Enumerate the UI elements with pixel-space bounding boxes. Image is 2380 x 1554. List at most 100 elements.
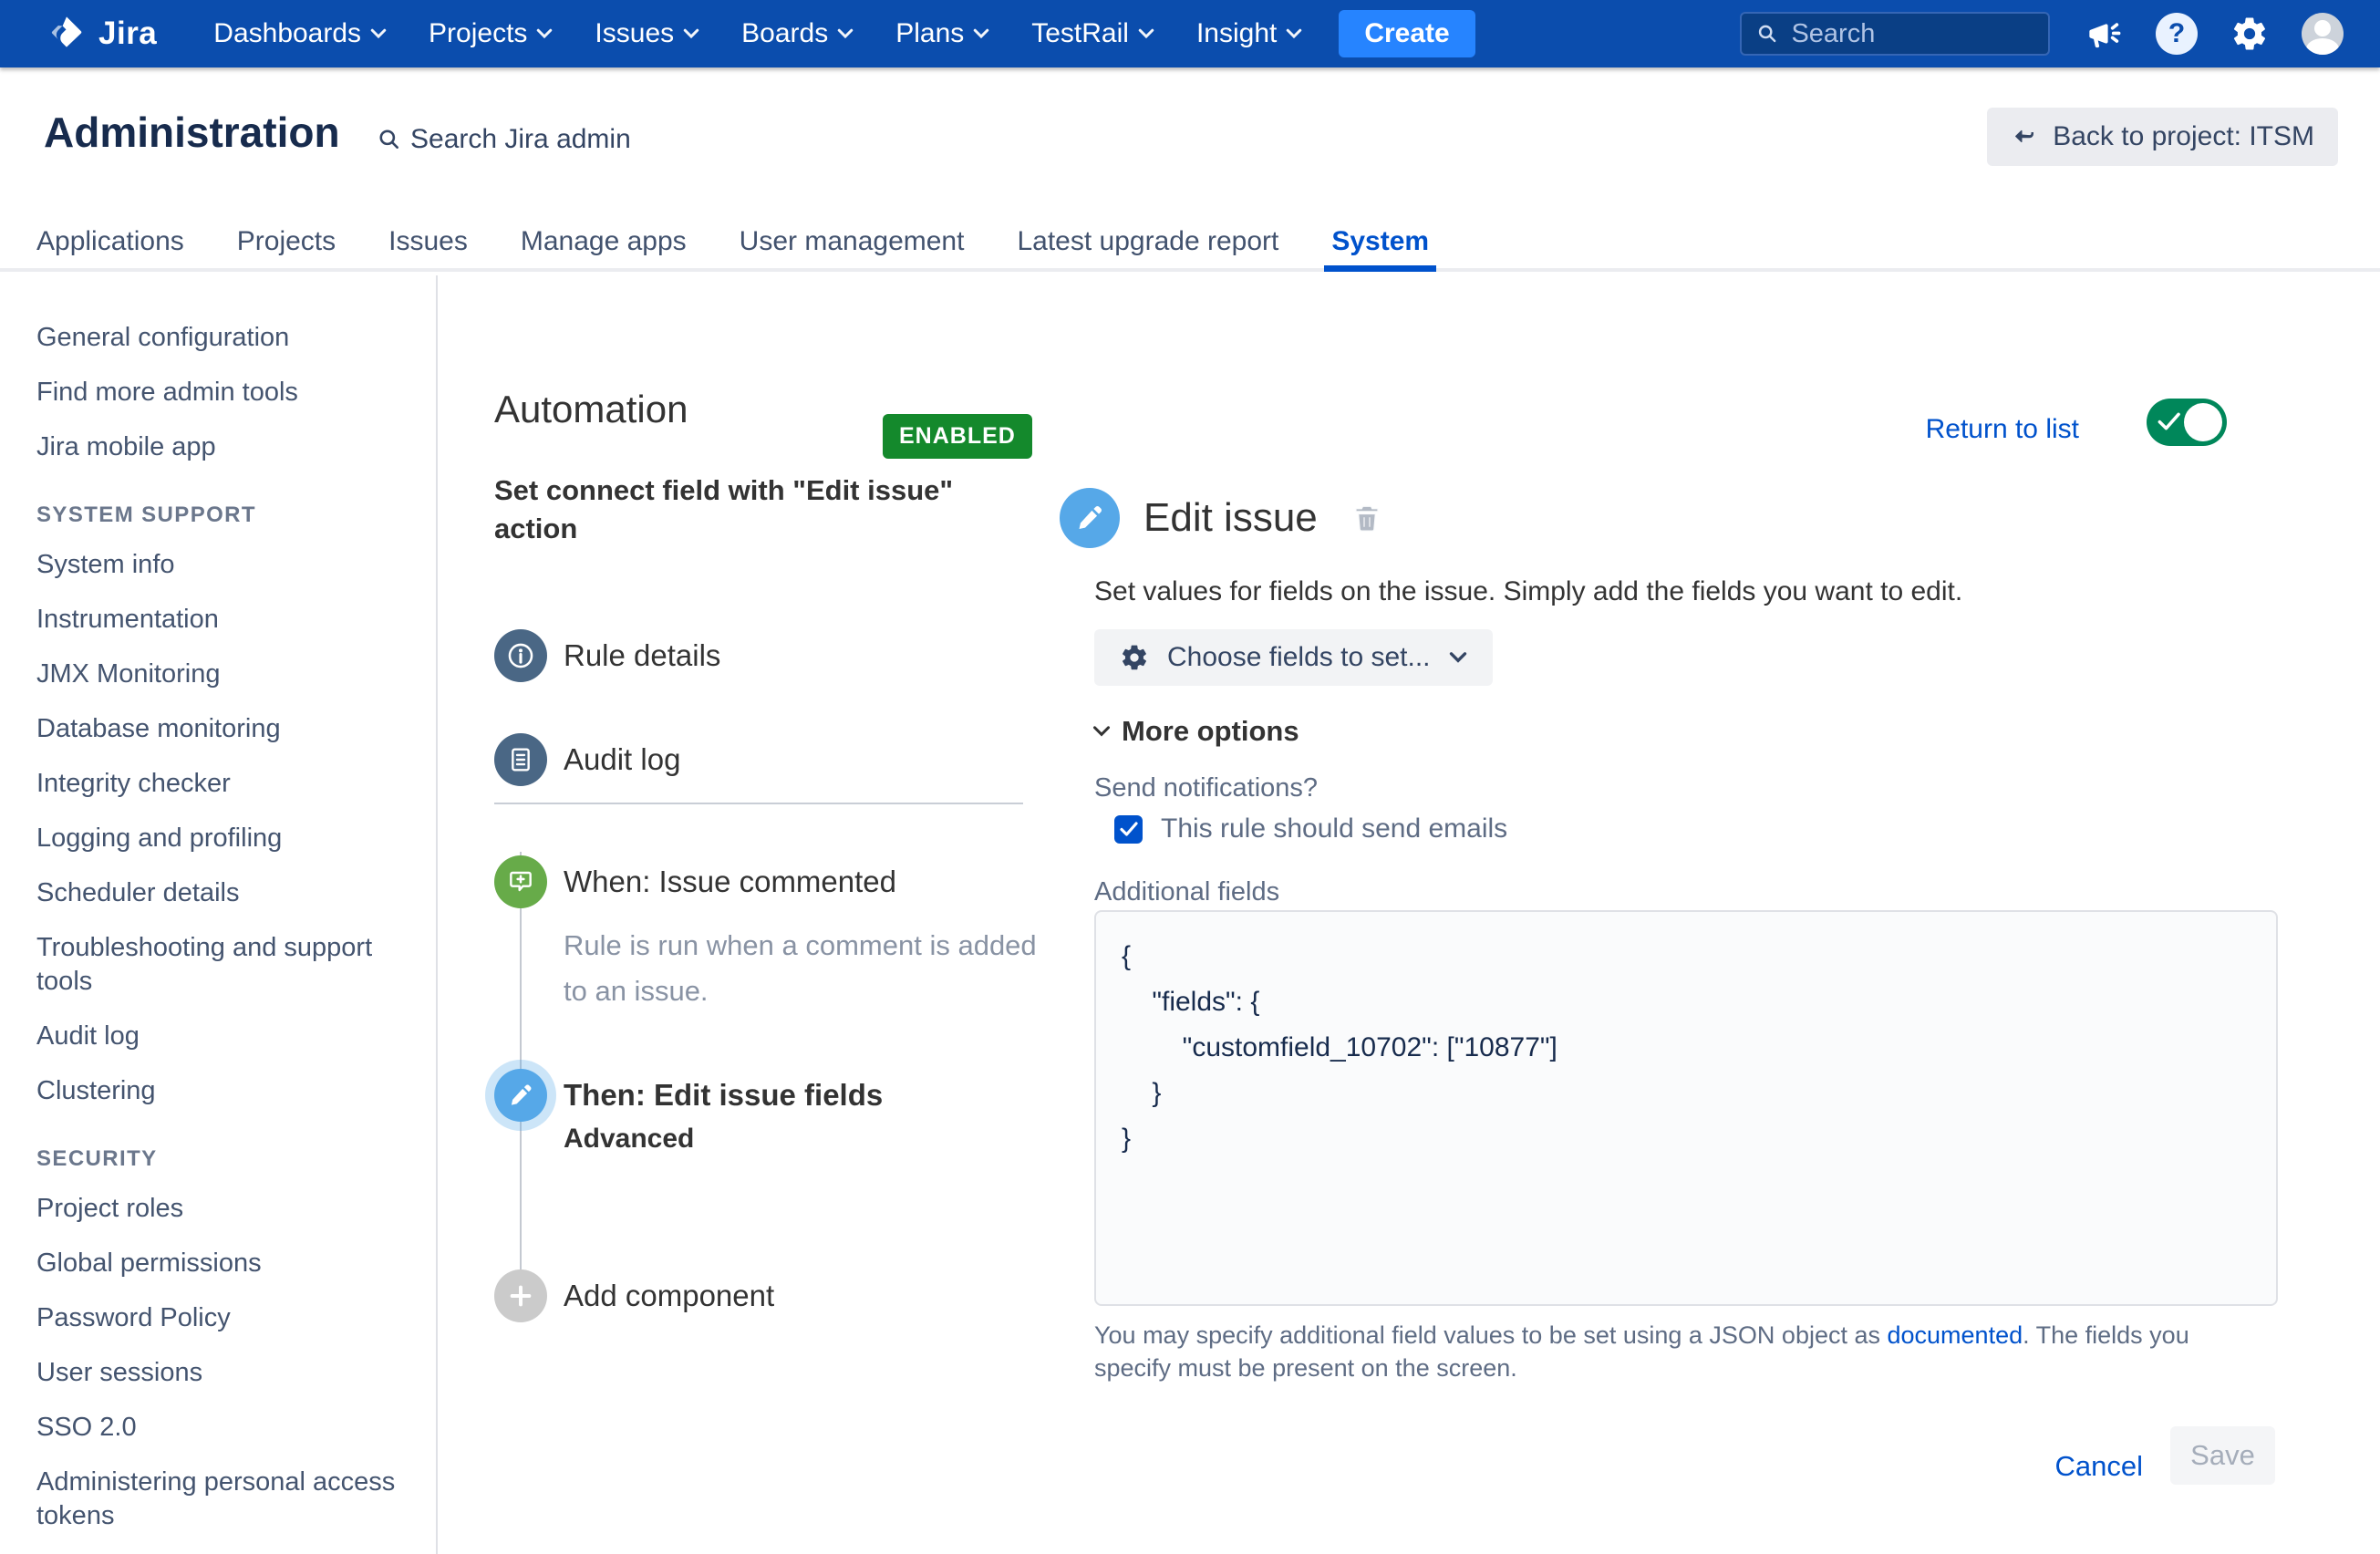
return-arrow-icon [2011, 123, 2038, 150]
cancel-button[interactable]: Cancel [2055, 1450, 2144, 1483]
sidebar-item-jmx-monitoring[interactable]: JMX Monitoring [36, 658, 418, 691]
sidebar-item-project-roles[interactable]: Project roles [36, 1192, 418, 1226]
sidebar-item-database-monitoring[interactable]: Database monitoring [36, 712, 418, 746]
tab-applications[interactable]: Applications [35, 219, 186, 268]
nav-item-boards[interactable]: Boards [741, 18, 854, 49]
sidebar-item-sso[interactable]: SSO 2.0 [36, 1411, 418, 1445]
user-avatar[interactable] [2302, 13, 2344, 55]
rule-enabled-toggle[interactable] [2147, 399, 2227, 446]
system-sidebar: General configuration Find more admin to… [0, 275, 438, 1554]
sidebar-item-user-sessions[interactable]: User sessions [36, 1356, 418, 1390]
announcements-icon[interactable] [2083, 14, 2123, 54]
editor-title: Edit issue [1143, 495, 1318, 541]
info-icon [494, 629, 547, 682]
additional-fields-label: Additional fields [1094, 877, 1279, 907]
rule-title: Set connect field with "Edit issue" acti… [494, 471, 1023, 548]
checkbox-label: This rule should send emails [1161, 813, 1507, 844]
chevron-down-icon [973, 28, 989, 39]
topnav-right: ? [1740, 12, 2344, 56]
sidebar-item-troubleshooting[interactable]: Troubleshooting and support tools [36, 931, 418, 999]
admin-tabs: Applications Projects Issues Manage apps… [0, 219, 2380, 272]
brand-name: Jira [98, 16, 157, 52]
trash-icon[interactable] [1350, 502, 1383, 534]
nav-item-insight[interactable]: Insight [1196, 18, 1302, 49]
chevron-down-icon [536, 28, 553, 39]
comment-added-icon [494, 855, 547, 908]
check-icon [2158, 410, 2181, 432]
nav-item-plans[interactable]: Plans [895, 18, 989, 49]
chevron-down-icon [1286, 28, 1302, 39]
chevron-down-icon [370, 28, 387, 39]
sidebar-item-instrumentation[interactable]: Instrumentation [36, 603, 418, 637]
nav-item-testrail[interactable]: TestRail [1031, 18, 1154, 49]
more-options-toggle[interactable]: More options [1092, 715, 1299, 748]
gear-icon [1120, 643, 1149, 672]
jira-logo-icon [47, 13, 86, 56]
create-button[interactable]: Create [1339, 10, 1475, 57]
documented-link[interactable]: documented [1888, 1321, 2023, 1349]
checkbox-checked-icon[interactable] [1114, 815, 1143, 844]
audit-log-icon [494, 733, 547, 786]
pencil-icon [1060, 488, 1120, 548]
global-search[interactable] [1740, 12, 2050, 56]
admin-header: Administration Search Jira admin Back to… [0, 67, 2380, 219]
jira-admin-page: Jira Dashboards Projects Issues Boards P… [0, 0, 2380, 1554]
sidebar-section-system-support: SYSTEM SUPPORT [36, 502, 418, 528]
sidebar-item-scheduler-details[interactable]: Scheduler details [36, 876, 418, 910]
sidebar-item-general-configuration[interactable]: General configuration [36, 321, 418, 355]
then-subtitle: Advanced [564, 1124, 694, 1155]
additional-fields-textarea[interactable]: { "fields": { "customfield_10702": ["108… [1094, 910, 2278, 1306]
editor-footer-note: You may specify additional field values … [1094, 1319, 2252, 1384]
send-emails-checkbox-row[interactable]: This rule should send emails [1114, 813, 1507, 844]
tab-issues[interactable]: Issues [387, 219, 470, 268]
gear-icon[interactable] [2230, 15, 2269, 53]
back-to-project-button[interactable]: Back to project: ITSM [1987, 108, 2338, 166]
sidebar-item-jira-mobile-app[interactable]: Jira mobile app [36, 430, 418, 464]
search-icon [378, 128, 401, 151]
tab-user-management[interactable]: User management [738, 219, 967, 268]
chevron-down-icon [1138, 28, 1154, 39]
sidebar-item-find-more-admin-tools[interactable]: Find more admin tools [36, 376, 418, 409]
primary-nav: Dashboards Projects Issues Boards Plans … [213, 18, 1302, 49]
audit-log-item[interactable]: Audit log [494, 733, 680, 786]
then-component-selected[interactable]: Then: Edit issue fields [494, 1069, 883, 1122]
when-component[interactable]: When: Issue commented [494, 855, 896, 908]
sidebar-item-logging-and-profiling[interactable]: Logging and profiling [36, 822, 418, 855]
rail-divider [494, 803, 1023, 804]
tab-latest-upgrade-report[interactable]: Latest upgrade report [1015, 219, 1280, 268]
tab-manage-apps[interactable]: Manage apps [519, 219, 688, 268]
send-notifications-label: Send notifications? [1094, 773, 1318, 803]
chevron-down-icon [837, 28, 854, 39]
sidebar-item-personal-access-tokens[interactable]: Administering personal access tokens [36, 1466, 418, 1533]
when-description: Rule is run when a comment is added to a… [564, 923, 1038, 1014]
editor-header: Edit issue [1060, 488, 1383, 548]
nav-item-projects[interactable]: Projects [429, 18, 553, 49]
tab-projects[interactable]: Projects [235, 219, 337, 268]
rule-details-item[interactable]: Rule details [494, 629, 720, 682]
pencil-icon [494, 1069, 547, 1122]
automation-title: Automation [494, 388, 688, 431]
sidebar-item-system-info[interactable]: System info [36, 548, 418, 582]
sidebar-item-integrity-checker[interactable]: Integrity checker [36, 767, 418, 801]
automation-main: Automation ENABLED Return to list Set co… [440, 275, 2380, 1554]
sidebar-item-global-permissions[interactable]: Global permissions [36, 1247, 418, 1280]
chevron-down-icon [683, 28, 699, 39]
nav-item-issues[interactable]: Issues [595, 18, 699, 49]
sidebar-item-password-policy[interactable]: Password Policy [36, 1301, 418, 1335]
tab-system[interactable]: System [1330, 219, 1431, 268]
jira-logo[interactable]: Jira [47, 13, 157, 56]
sidebar-item-clustering[interactable]: Clustering [36, 1074, 418, 1108]
return-to-list-link[interactable]: Return to list [1926, 414, 2079, 445]
search-input[interactable] [1791, 19, 2033, 49]
top-navigation-bar: Jira Dashboards Projects Issues Boards P… [0, 0, 2380, 67]
add-component-item[interactable]: Add component [494, 1269, 774, 1322]
nav-item-dashboards[interactable]: Dashboards [213, 18, 387, 49]
save-button[interactable]: Save [2170, 1426, 2275, 1485]
page-title: Administration [44, 108, 340, 157]
sidebar-item-audit-log[interactable]: Audit log [36, 1020, 418, 1053]
editor-description: Set values for fields on the issue. Simp… [1094, 576, 1962, 607]
admin-search[interactable]: Search Jira admin [378, 124, 631, 155]
choose-fields-button[interactable]: Choose fields to set... [1094, 629, 1493, 686]
search-icon [1756, 21, 1778, 47]
help-icon[interactable]: ? [2156, 13, 2198, 55]
